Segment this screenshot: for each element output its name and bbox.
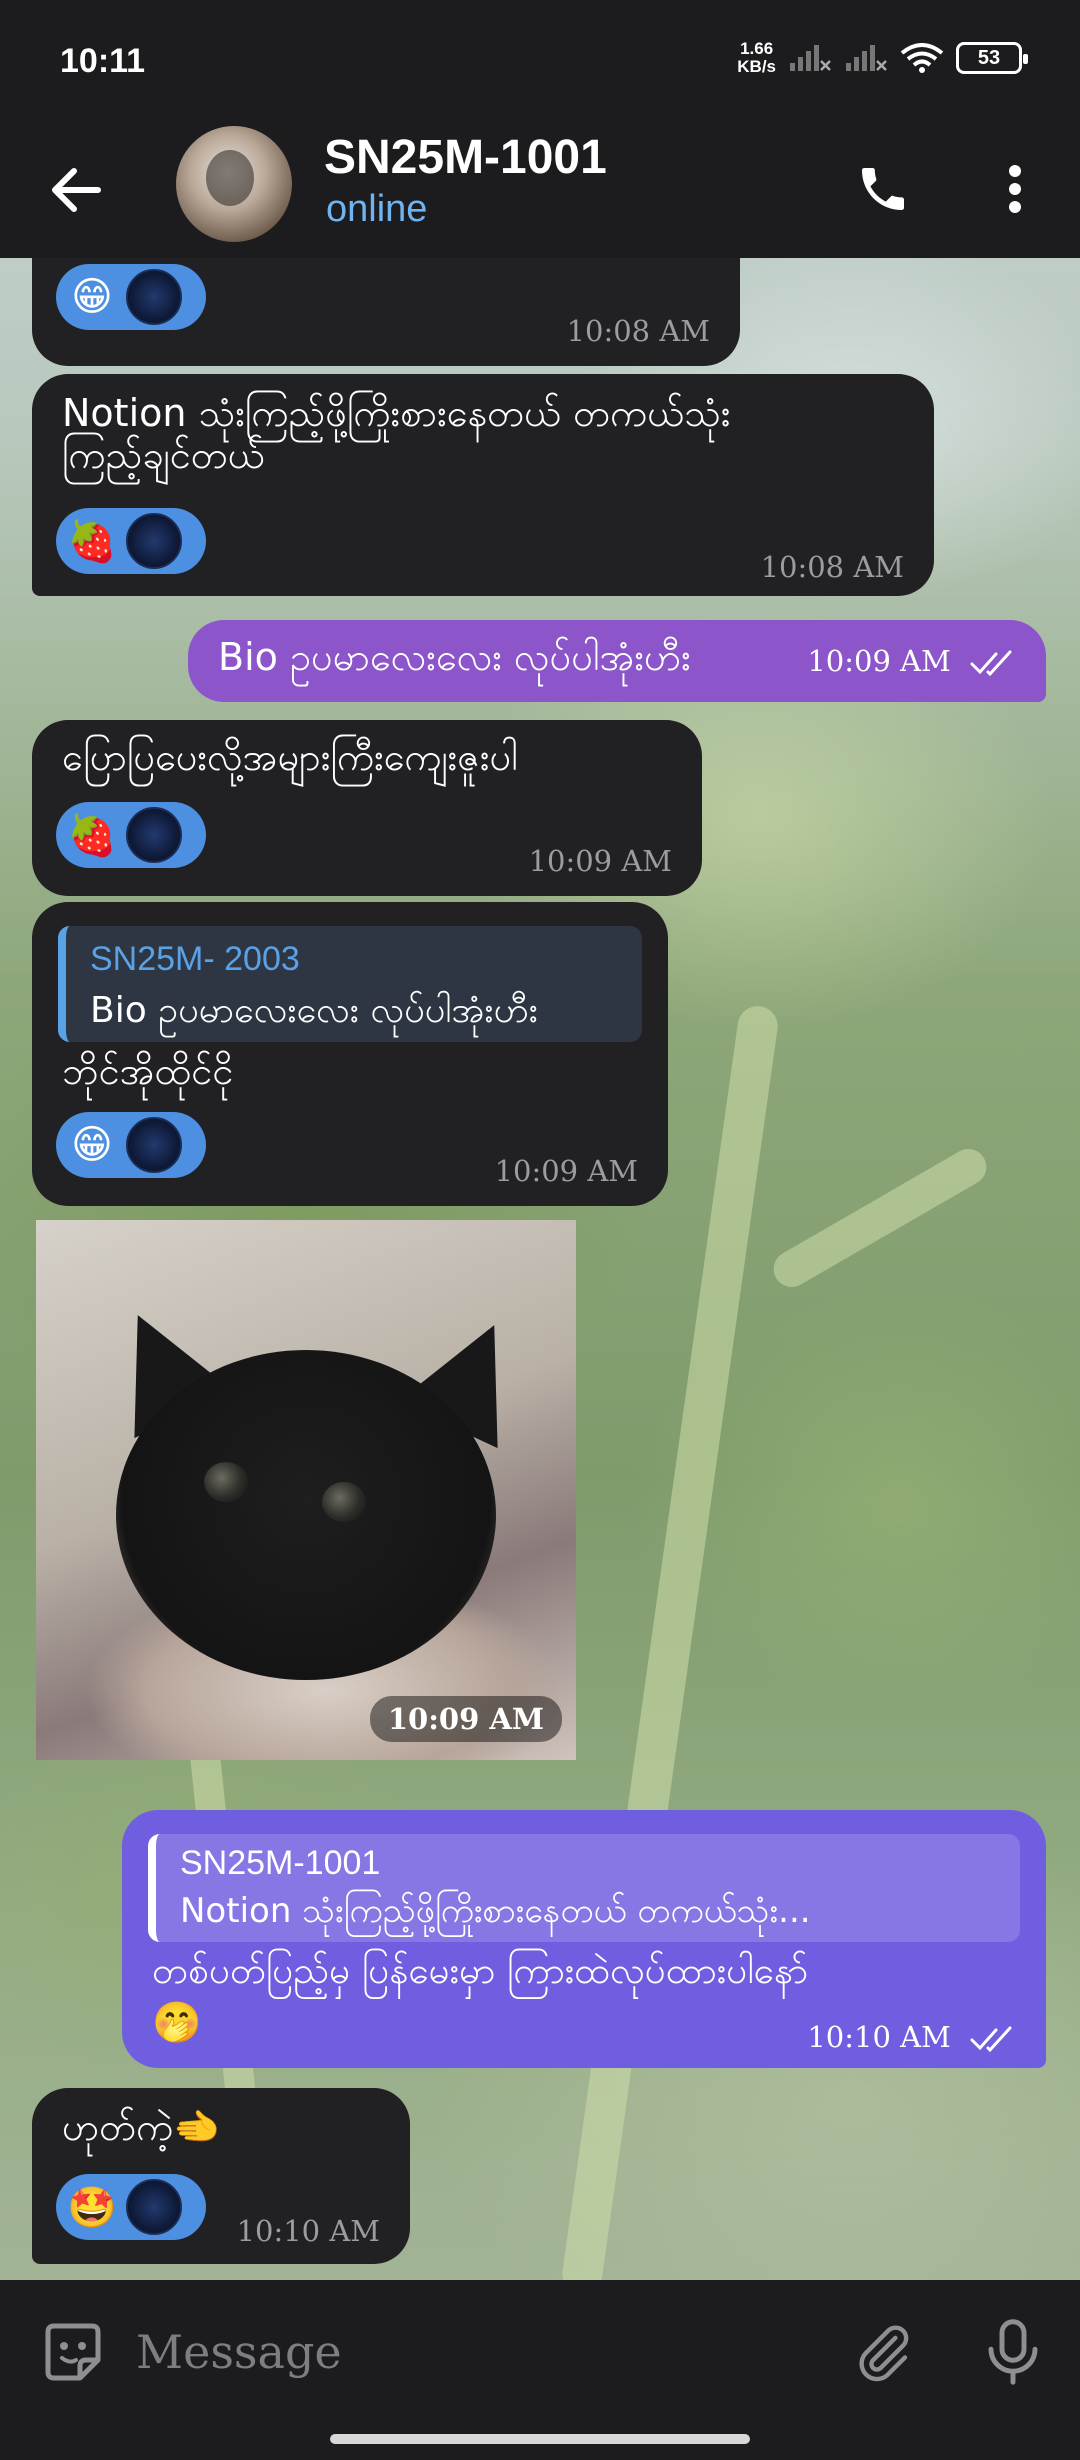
signal-off-icon [846, 45, 887, 71]
message-time-text: 10:10 AM [807, 2020, 951, 2054]
quoted-reply[interactable]: SN25M-1001 Notion သုံးကြည့်ဖို့ကြိုးစားန… [148, 1834, 1020, 1942]
message-emoji: 🤭 [152, 2000, 202, 2046]
photo-message[interactable]: 10:09 AM [36, 1220, 576, 1760]
outgoing-message[interactable]: Bio ဥပမာလေးလေး လုပ်ပါအုံးဟီး 10:09 AM [188, 620, 1046, 702]
status-icons: 1.66 KB/s 53 [737, 40, 1028, 76]
reaction-emoji: 🍓 [67, 812, 117, 859]
cat-eye-shape [204, 1462, 248, 1502]
reaction-pill[interactable]: 🤩 [56, 2174, 206, 2240]
message-time: 10:08 AM [760, 550, 904, 584]
reaction-pill[interactable]: 😁 [56, 264, 206, 330]
message-text: ဟုတ်ကဲ့🫲 [62, 2105, 221, 2149]
sticker-emoji-icon [45, 2323, 101, 2381]
message-text: Bio ဥပမာလေးလေး လုပ်ပါအုံးဟီး [218, 635, 691, 679]
reactor-avatar [126, 807, 182, 863]
reaction-emoji: 🍓 [67, 518, 117, 565]
quoted-sender: SN25M-1001 [180, 1844, 381, 1882]
message-text: တစ်ပတ်ပြည့်မှ ပြန်မေးမှာ ကြားထဲလုပ်ထားပါ… [152, 1949, 809, 1992]
reaction-pill[interactable]: 🍓 [56, 802, 206, 868]
photo-time: 10:09 AM [369, 1696, 562, 1742]
message-time: 10:10 AM [807, 2020, 1016, 2054]
reaction-emoji: 😁 [71, 274, 113, 320]
quoted-text: Bio ဥပမာလေးလေး လုပ်ပါအုံးဟီး [90, 990, 538, 1031]
message-text: ပြောပြပေးလို့အများကြီးကျေးဇူးပါ [62, 735, 518, 779]
incoming-reply-message[interactable]: SN25M- 2003 Bio ဥပမာလေးလေး လုပ်ပါအုံးဟီး… [32, 902, 668, 1206]
reaction-pill[interactable]: 🍓 [56, 508, 206, 574]
network-speed-value: 1.66 [740, 39, 774, 58]
more-options-button[interactable] [990, 156, 1040, 222]
battery-indicator: 53 [956, 42, 1028, 74]
message-time: 10:09 AM [807, 644, 1016, 678]
reactor-avatar [126, 1117, 182, 1173]
reaction-emoji: 😁 [71, 1122, 113, 1168]
more-vertical-icon [1009, 165, 1021, 213]
chat-header: SN25M-1001 online [0, 120, 1080, 258]
message-text: ဘိုင်အိုထိုင်ငို [62, 1049, 234, 1093]
cat-head-shape [116, 1350, 496, 1680]
phone-icon [862, 168, 904, 210]
chat-title[interactable]: SN25M-1001 [324, 130, 607, 185]
chat-online-status: online [326, 188, 428, 230]
incoming-message[interactable]: ဟုတ်ကဲ့🫲 🤩 10:10 AM [32, 2088, 410, 2264]
message-input-bar [0, 2280, 1080, 2420]
reaction-pill[interactable]: 😁 [56, 1112, 206, 1178]
contact-avatar[interactable] [176, 126, 292, 242]
status-time: 10:11 [60, 42, 146, 80]
reaction-emoji: 🤩 [67, 2184, 117, 2231]
home-indicator[interactable] [330, 2434, 750, 2444]
read-checkmarks-icon [970, 650, 1012, 677]
reactor-avatar [126, 269, 182, 325]
cat-eye-shape [322, 1482, 366, 1522]
incoming-message[interactable]: Notion သုံးကြည့်ဖို့ကြိုးစားနေတယ် တကယ်သု… [32, 374, 934, 596]
arrow-left-icon [52, 168, 101, 212]
message-input[interactable] [136, 2310, 816, 2394]
battery-level: 53 [977, 46, 1001, 69]
quoted-sender: SN25M- 2003 [90, 940, 300, 978]
system-navigation-area [0, 2420, 1080, 2460]
signal-off-icon [790, 45, 831, 71]
message-time-text: 10:09 AM [807, 644, 951, 678]
message-time: 10:09 AM [528, 844, 672, 878]
reactor-avatar [126, 2179, 182, 2235]
back-button[interactable] [40, 158, 110, 222]
quoted-text: Notion သုံးကြည့်ဖို့ကြိုးစားနေတယ် တကယ်သု… [180, 1891, 811, 1931]
outgoing-reply-message[interactable]: SN25M-1001 Notion သုံးကြည့်ဖို့ကြိုးစားန… [122, 1810, 1046, 2068]
quoted-reply[interactable]: SN25M- 2003 Bio ဥပမာလေးလေး လုပ်ပါအုံးဟီး [58, 926, 642, 1042]
call-button[interactable] [850, 156, 916, 222]
wifi-icon [900, 43, 944, 73]
network-speed-unit: KB/s [737, 57, 776, 76]
wallpaper-stem [767, 1142, 993, 1294]
network-speed: 1.66 KB/s [737, 40, 776, 76]
incoming-message[interactable]: ပြောပြပေးလို့အများကြီးကျေးဇူးပါ 🍓 10:09 … [32, 720, 702, 896]
message-text: ကြည့်ချင်တယ် [62, 433, 265, 477]
emoji-button[interactable] [40, 2320, 106, 2386]
message-time: 10:10 AM [236, 2214, 380, 2248]
paperclip-icon [859, 2325, 909, 2382]
message-text: Notion သုံးကြည့်ဖို့ကြိုးစားနေတယ် တကယ်သု… [62, 391, 731, 435]
microphone-icon [988, 2319, 1038, 2385]
read-checkmarks-icon [970, 2026, 1012, 2053]
message-time: 10:09 AM [494, 1154, 638, 1188]
reactor-avatar [126, 513, 182, 569]
status-bar: 10:11 1.66 KB/s 53 [0, 0, 1080, 120]
attach-button[interactable] [850, 2320, 916, 2386]
message-time: 10:08 AM [566, 314, 710, 348]
voice-record-button[interactable] [980, 2316, 1046, 2388]
